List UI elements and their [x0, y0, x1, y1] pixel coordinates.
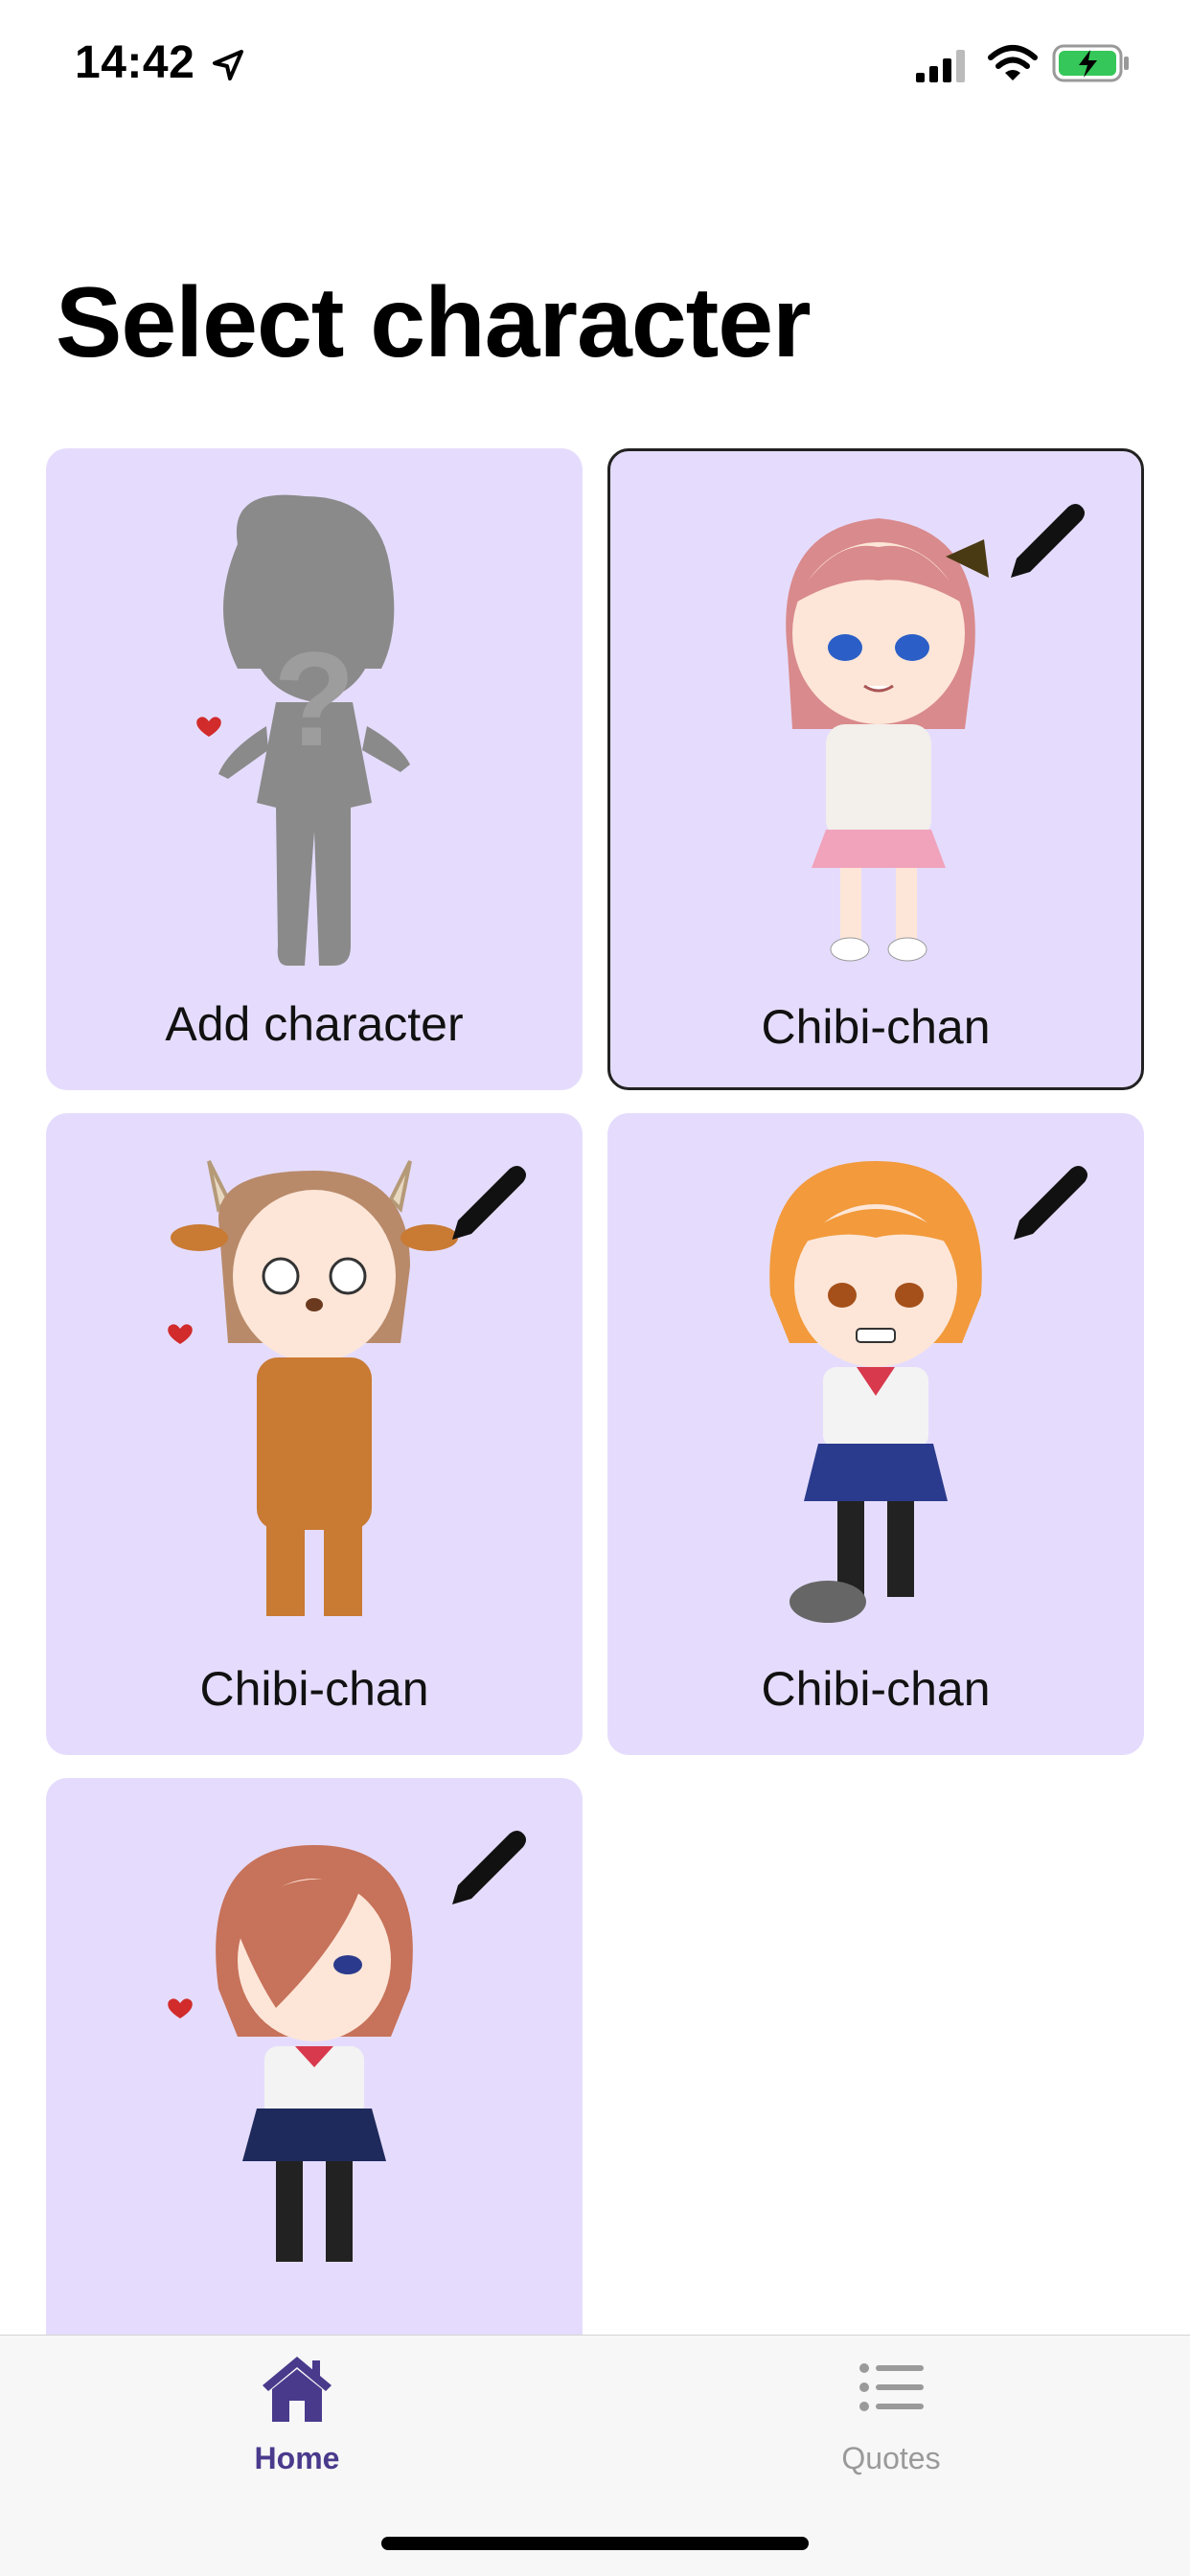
home-indicator [381, 2537, 809, 2550]
add-character-card[interactable]: ? Add character [46, 448, 583, 1090]
tab-quotes[interactable]: Quotes [747, 2336, 1035, 2489]
home-icon [263, 2357, 332, 2422]
card-label: Chibi-chan [199, 1662, 429, 1716]
character-card[interactable]: Chibi-chan [46, 1113, 583, 1755]
edit-pencil-icon[interactable] [443, 1822, 535, 1914]
tab-label: Quotes [841, 2441, 941, 2475]
wifi-icon [988, 45, 1038, 80]
edit-pencil-icon[interactable] [1004, 1157, 1096, 1249]
status-time: 14:42 [75, 37, 195, 88]
character-card[interactable]: Chibi-chan [607, 448, 1144, 1090]
character-silhouette-placeholder: ? [196, 494, 410, 966]
battery-charging-icon [1052, 44, 1129, 82]
character-card[interactable]: Chibi-chan [607, 1113, 1144, 1755]
edit-pencil-icon[interactable] [443, 1157, 535, 1249]
card-label: Chibi-chan [761, 1662, 991, 1716]
card-label: Chibi-chan [761, 1000, 991, 1054]
edit-pencil-icon[interactable] [1001, 495, 1093, 587]
signal-icon [916, 50, 965, 82]
character-card[interactable] [46, 1778, 583, 2420]
list-icon [859, 2363, 924, 2411]
tab-home[interactable]: Home [153, 2336, 441, 2489]
card-label: Add character [165, 997, 464, 1051]
location-arrow-icon [213, 50, 243, 80]
svg-text:?: ? [273, 624, 355, 774]
tab-label: Home [254, 2441, 340, 2475]
page-title: Select character [56, 267, 812, 378]
status-bar: 14:42 [0, 0, 1190, 125]
